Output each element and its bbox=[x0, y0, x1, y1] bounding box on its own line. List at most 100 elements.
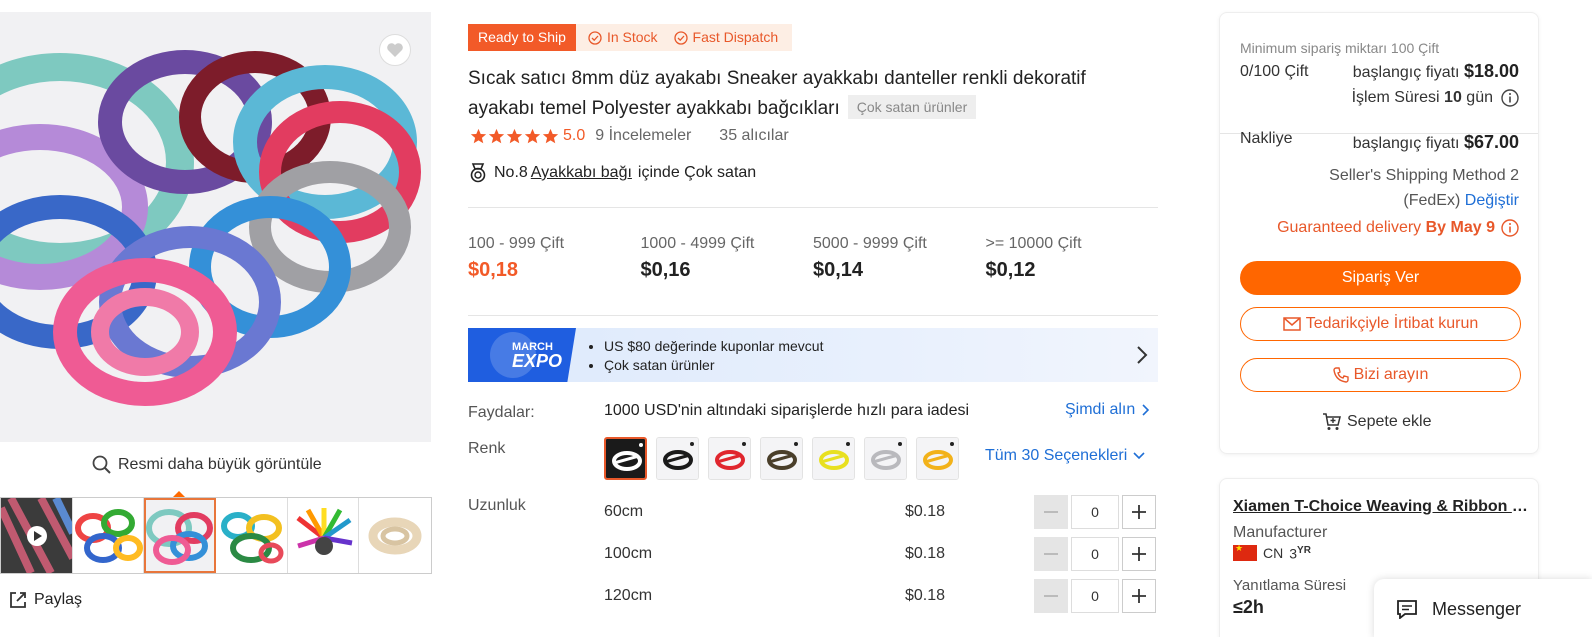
buyers-count: 35 alıcılar bbox=[719, 127, 789, 144]
lead-time-unit: gün bbox=[1466, 89, 1493, 106]
zoom-label: Resmi daha büyük görüntüle bbox=[118, 456, 322, 473]
bestseller-category-link[interactable]: Ayakkabı bağı bbox=[531, 164, 632, 182]
change-shipping-link[interactable]: Değiştir bbox=[1465, 192, 1519, 209]
start-price-value: $18.00 bbox=[1463, 61, 1519, 81]
video-thumbnail-image bbox=[1, 498, 72, 573]
all-options-toggle[interactable]: Tüm 30 Seçenekleri bbox=[985, 447, 1145, 465]
decrease-button[interactable] bbox=[1034, 537, 1068, 571]
rating-score: 5.0 bbox=[563, 127, 586, 144]
share-button[interactable]: Paylaş bbox=[8, 590, 82, 610]
reviews-link[interactable]: 9 İncelemeler bbox=[595, 127, 691, 145]
color-swatches bbox=[604, 437, 959, 480]
color-swatch[interactable] bbox=[864, 437, 907, 480]
quantity-input[interactable]: 0 bbox=[1071, 537, 1119, 571]
increase-button[interactable] bbox=[1122, 579, 1156, 613]
thumbnail-image bbox=[216, 498, 287, 573]
swatch-lace-image bbox=[917, 438, 958, 479]
main-product-image[interactable] bbox=[0, 12, 431, 442]
shoelace-photo bbox=[0, 12, 431, 442]
decrease-button[interactable] bbox=[1034, 495, 1068, 529]
phone-icon bbox=[1332, 367, 1349, 383]
in-stock-badge: In Stock bbox=[588, 24, 658, 51]
star-icon bbox=[524, 128, 541, 143]
thumbnail-video[interactable] bbox=[1, 498, 73, 573]
color-swatch[interactable] bbox=[708, 437, 751, 480]
swatch-lace-image bbox=[709, 438, 750, 479]
shipping-carrier: (FedEx) bbox=[1403, 192, 1461, 209]
thumbnail-strip bbox=[0, 497, 432, 574]
length-name: 120cm bbox=[604, 587, 653, 604]
product-badges: Ready to Ship In Stock Fast Dispatch bbox=[468, 24, 793, 51]
heart-icon bbox=[387, 43, 403, 57]
chevron-down-icon bbox=[1133, 452, 1145, 460]
shipping-label: Nakliye bbox=[1240, 130, 1293, 147]
expo-benefit-item: US $80 değerinde kuponlar mevcut bbox=[604, 337, 823, 356]
call-us-label: Bizi arayın bbox=[1353, 366, 1429, 383]
tier-range: >= 10000 Çift bbox=[985, 235, 1082, 252]
add-to-cart-label: Sepete ekle bbox=[1347, 413, 1432, 430]
plus-icon bbox=[1132, 505, 1146, 519]
thumbnail-6[interactable] bbox=[359, 498, 432, 573]
decrease-button[interactable] bbox=[1034, 579, 1068, 613]
buy-now-label: Şimdi alın bbox=[1065, 401, 1136, 418]
chat-icon bbox=[1397, 600, 1417, 619]
mail-icon bbox=[1282, 317, 1301, 331]
increase-button[interactable] bbox=[1122, 537, 1156, 571]
quantity-input[interactable]: 0 bbox=[1071, 495, 1119, 529]
thumbnail-3-selected[interactable] bbox=[144, 498, 217, 573]
thumbnail-5[interactable] bbox=[287, 498, 360, 573]
call-us-button[interactable]: Bizi arayın bbox=[1240, 358, 1521, 392]
thumbnail-image bbox=[359, 498, 432, 573]
thumbnail-4[interactable] bbox=[216, 498, 288, 573]
check-circle-icon bbox=[588, 30, 602, 45]
in-stock-label: In Stock bbox=[606, 29, 658, 45]
color-swatch[interactable] bbox=[916, 437, 959, 480]
tier-range: 5000 - 9999 Çift bbox=[813, 235, 927, 252]
add-to-cart-button[interactable]: Sepete ekle bbox=[1322, 413, 1432, 431]
info-icon[interactable] bbox=[1501, 219, 1519, 237]
thumbnail-image bbox=[144, 498, 216, 573]
chevron-right-icon bbox=[1142, 404, 1150, 416]
view-larger-image[interactable]: Resmi daha büyük görüntüle bbox=[92, 455, 322, 475]
thumbnail-2[interactable] bbox=[72, 498, 145, 573]
buy-now-link[interactable]: Şimdi alın bbox=[1065, 401, 1150, 419]
benefits-label: Faydalar: bbox=[468, 404, 535, 421]
swatch-lace-image bbox=[865, 438, 906, 479]
swatch-lace-image bbox=[813, 438, 854, 479]
rating-row: 5.0 9 İncelemeler 35 alıcılar bbox=[470, 127, 789, 145]
length-price: $0.18 bbox=[905, 545, 946, 562]
start-price-prefix: başlangıç fiyatı bbox=[1352, 64, 1460, 81]
color-swatch[interactable] bbox=[656, 437, 699, 480]
color-swatch[interactable] bbox=[760, 437, 803, 480]
price-tiers: 100 - 999 Çift $0,18 1000 - 4999 Çift $0… bbox=[468, 235, 1158, 282]
favorite-button[interactable] bbox=[379, 34, 411, 66]
china-flag-icon bbox=[1233, 543, 1257, 562]
supplier-name-link[interactable]: Xiamen T-Choice Weaving & Ribbon Co., Lt… bbox=[1233, 498, 1529, 516]
shipping-price-prefix: başlangıç fiyatı bbox=[1352, 135, 1460, 152]
benefit-text: 1000 USD'nin altındaki siparişlerde hızl… bbox=[604, 402, 970, 419]
color-swatch[interactable] bbox=[604, 437, 647, 480]
increase-button[interactable] bbox=[1122, 495, 1156, 529]
fast-dispatch-badge: Fast Dispatch bbox=[673, 24, 778, 51]
length-price: $0.18 bbox=[905, 587, 946, 604]
lead-time-days: 10 bbox=[1444, 89, 1462, 106]
expo-benefit-item: Çok satan ürünler bbox=[604, 356, 823, 375]
messenger-button[interactable]: Messenger bbox=[1374, 579, 1592, 637]
info-icon[interactable] bbox=[1501, 89, 1519, 107]
minimum-order: Minimum sipariş miktarı 100 Çift bbox=[1240, 40, 1440, 56]
guarantee-date: By May 9 bbox=[1425, 219, 1495, 236]
divider bbox=[468, 207, 1158, 208]
place-order-button[interactable]: Sipariş Ver bbox=[1240, 261, 1521, 295]
response-time-label: Yanıtlama Süresi bbox=[1233, 577, 1347, 594]
march-expo-banner[interactable]: MARCH EXPO US $80 değerinde kuponlar mev… bbox=[468, 328, 1158, 382]
contact-supplier-button[interactable]: Tedarikçiyle İrtibat kurun bbox=[1240, 307, 1521, 341]
minus-icon bbox=[1044, 553, 1058, 555]
color-swatch[interactable] bbox=[812, 437, 855, 480]
country-code: CN bbox=[1263, 545, 1284, 562]
expo-logo-line2: EXPO bbox=[512, 351, 563, 371]
quantity-input[interactable]: 0 bbox=[1071, 579, 1119, 613]
quantity-stepper: 0 bbox=[1034, 495, 1156, 529]
order-progress: 0/100 Çift bbox=[1240, 63, 1309, 80]
chevron-right-icon[interactable] bbox=[1136, 345, 1148, 365]
tier-price: $0,12 bbox=[985, 259, 1036, 281]
